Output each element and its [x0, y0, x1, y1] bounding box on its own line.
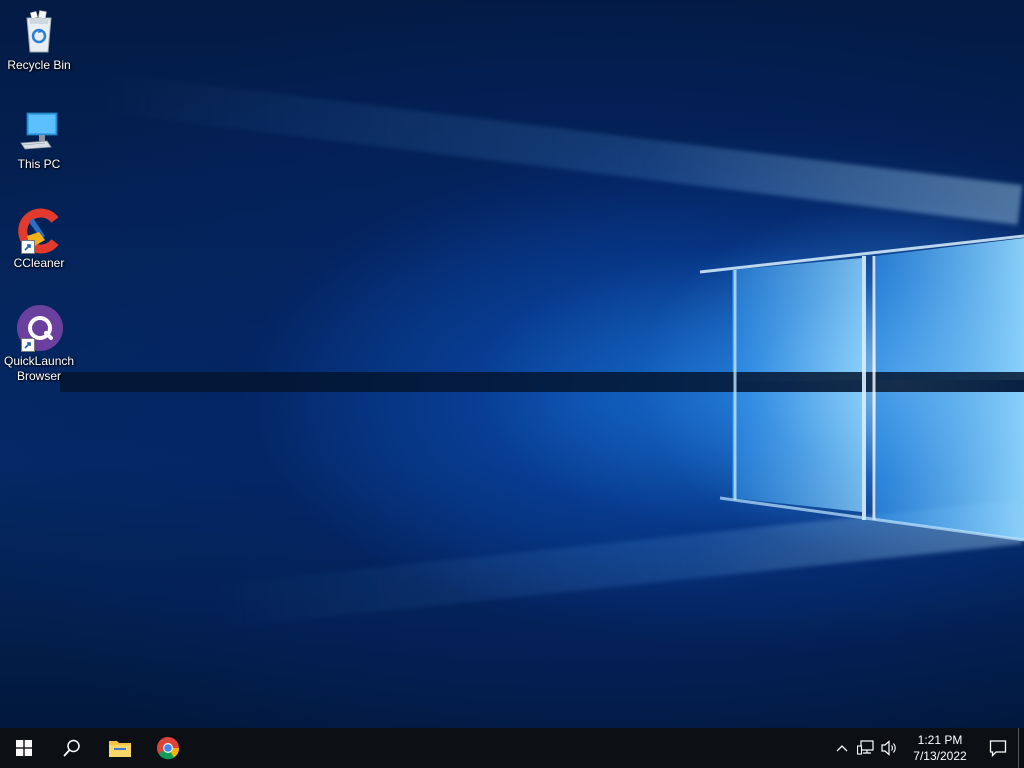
- desktop-icon-quicklaunch-browser[interactable]: QuickLaunch Browser: [4, 304, 74, 384]
- show-hidden-icons-button[interactable]: [830, 728, 854, 768]
- wallpaper-windows-logo: [60, 234, 1024, 542]
- quicklaunch-browser-icon: [15, 304, 63, 352]
- search-icon: [63, 739, 80, 757]
- shortcut-arrow-icon: [21, 240, 35, 254]
- desktop: Recycle Bin This PC CCleaner QuickLaunch…: [0, 0, 1024, 768]
- recycle-bin-icon: [15, 8, 63, 56]
- desktop-icon-label: Recycle Bin: [7, 58, 71, 72]
- desktop-icon-label: This PC: [17, 157, 61, 171]
- chevron-up-icon: [836, 745, 848, 752]
- shortcut-arrow-icon: [21, 338, 35, 352]
- chrome-icon: [157, 737, 180, 760]
- network-button[interactable]: [854, 728, 878, 768]
- taskbar: 1:21 PM 7/13/2022: [0, 728, 1024, 768]
- computer-icon: [15, 107, 63, 155]
- clock-date: 7/13/2022: [913, 749, 967, 763]
- desktop-icon-recycle-bin[interactable]: Recycle Bin: [4, 8, 74, 73]
- start-button[interactable]: [0, 728, 48, 768]
- desktop-icon-label: CCleaner: [13, 256, 65, 270]
- clock-time: 1:21 PM: [917, 733, 963, 747]
- desktop-icon-label: QuickLaunch Browser: [4, 354, 75, 383]
- taskbar-clock[interactable]: 1:21 PM 7/13/2022: [902, 732, 978, 764]
- chrome-button[interactable]: [144, 728, 192, 768]
- search-button[interactable]: [48, 728, 96, 768]
- file-explorer-button[interactable]: [96, 728, 144, 768]
- action-center-icon: [989, 740, 1007, 757]
- folder-icon: [109, 741, 131, 757]
- volume-icon: [881, 740, 896, 756]
- desktop-icon-this-pc[interactable]: This PC: [4, 107, 74, 172]
- show-desktop-button[interactable]: [1018, 728, 1024, 768]
- system-tray: 1:21 PM 7/13/2022: [830, 728, 1024, 768]
- action-center-button[interactable]: [978, 728, 1018, 768]
- volume-button[interactable]: [878, 728, 902, 768]
- ccleaner-icon: [15, 206, 63, 254]
- desktop-icon-ccleaner[interactable]: CCleaner: [4, 206, 74, 271]
- network-icon: [857, 740, 874, 755]
- windows-start-icon: [16, 740, 32, 756]
